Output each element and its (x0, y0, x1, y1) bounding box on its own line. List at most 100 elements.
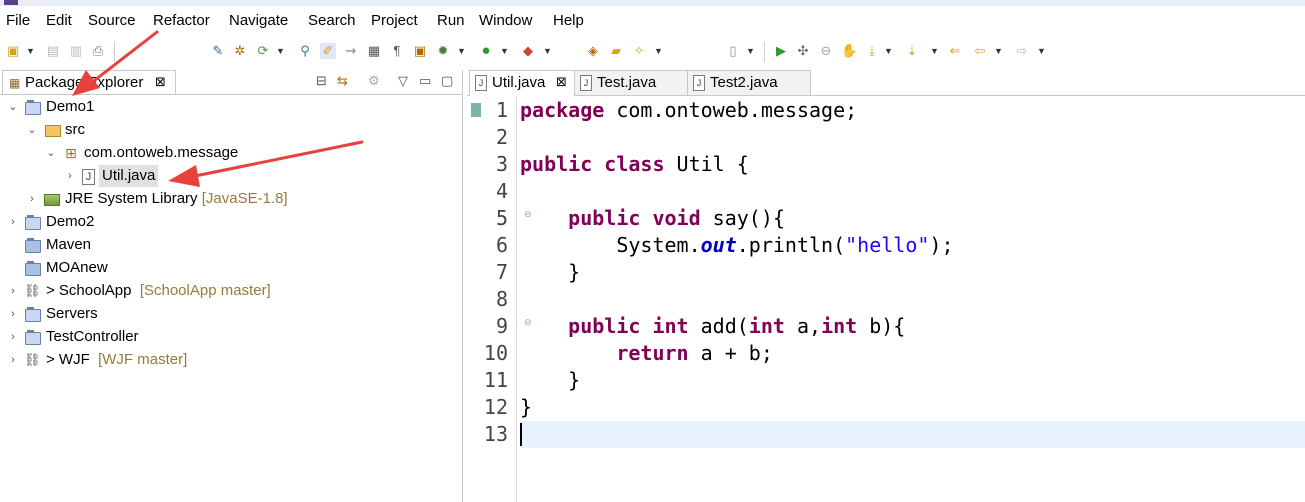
last-edit-location-icon[interactable]: ⇐ (947, 43, 963, 59)
line-number: 6 (495, 233, 508, 257)
step-dropdown-icon[interactable]: ▼ (884, 43, 893, 59)
chevron-right-icon[interactable]: › (27, 188, 37, 210)
show-whitespace-icon[interactable]: ¶ (389, 43, 405, 59)
open-type-icon[interactable]: ✲ (232, 43, 248, 59)
next-annotation-dropdown-icon[interactable]: ▼ (930, 43, 939, 59)
filters-icon[interactable]: ⚙ (368, 73, 380, 89)
menu-file[interactable]: File (6, 12, 30, 29)
tree-item-src[interactable]: ⌄ src (0, 119, 460, 141)
line-number: 4 (495, 179, 508, 203)
bookmark-icon[interactable]: ▣ (412, 43, 428, 59)
menu-edit[interactable]: Edit (46, 12, 72, 29)
java-file-icon: J (82, 169, 95, 185)
chevron-right-icon[interactable]: › (8, 211, 18, 233)
back-icon[interactable]: ⇦ (972, 43, 988, 59)
mark-occurrences-icon[interactable]: ✐ (320, 43, 336, 59)
save-icon[interactable]: ▤ (45, 43, 61, 59)
debug-icon[interactable]: ✹ (435, 43, 451, 59)
java-file-icon: J (580, 75, 592, 91)
tree-item-testcontroller[interactable]: › TestController (0, 326, 460, 348)
link-with-editor-icon[interactable]: ⇆ (337, 73, 348, 89)
step-filters-icon[interactable]: ✣ (795, 43, 811, 59)
view-menu-icon[interactable]: ▽ (398, 73, 408, 89)
chevron-right-icon[interactable]: › (8, 326, 18, 348)
current-code-line (520, 421, 1305, 448)
menu-search[interactable]: Search (308, 12, 356, 29)
chevron-right-icon[interactable]: › (8, 349, 18, 371)
resume-icon[interactable]: ▶ (773, 43, 789, 59)
terminate-icon[interactable]: ⊖ (818, 43, 834, 59)
menu-refactor[interactable]: Refactor (153, 12, 210, 29)
chevron-right-icon[interactable]: › (8, 303, 18, 325)
minimize-icon[interactable]: ▭ (419, 73, 431, 89)
new-dropdown-icon[interactable]: ▼ (26, 43, 35, 59)
git-project-icon: ⛓ (24, 352, 41, 367)
word-wrap-icon[interactable]: ⇝ (343, 43, 359, 59)
menu-navigate[interactable]: Navigate (229, 12, 288, 29)
open-folder-icon[interactable]: ▰ (608, 43, 624, 59)
close-icon[interactable]: ⊠ (155, 74, 166, 90)
run-icon[interactable]: ● (478, 43, 494, 59)
wand-dropdown-icon[interactable]: ▼ (654, 43, 663, 59)
tab-test-java[interactable]: J Test.java (574, 70, 688, 95)
project-icon (25, 215, 41, 230)
tree-item-maven[interactable]: Maven (0, 234, 460, 256)
menu-help[interactable]: Help (553, 12, 584, 29)
tree-item-moanew[interactable]: MOAnew (0, 257, 460, 279)
run-dropdown-icon[interactable]: ▼ (500, 43, 509, 59)
collapse-all-icon[interactable]: ⊟ (316, 73, 327, 89)
wand-icon[interactable]: ✧ (631, 43, 647, 59)
new-icon[interactable]: ▣ (5, 43, 21, 59)
menu-project[interactable]: Project (371, 12, 418, 29)
save-all-icon[interactable]: ▥ (68, 43, 84, 59)
step-into-icon[interactable]: ⤓ (864, 43, 880, 59)
window-title-strip (0, 0, 1305, 6)
back-dropdown-icon[interactable]: ▼ (994, 43, 1003, 59)
menu-source[interactable]: Source (88, 12, 136, 29)
toggle-breadcrumb-icon[interactable]: ✎ (210, 43, 226, 59)
menu-bar: File Edit Source Refactor Navigate Searc… (0, 8, 1305, 34)
external-tools-dropdown-icon[interactable]: ▼ (543, 43, 552, 59)
tab-util-java[interactable]: J Util.java ⊠ (469, 70, 575, 96)
menu-run[interactable]: Run (437, 12, 465, 29)
folder-icon (25, 238, 41, 253)
refresh-dropdown-icon[interactable]: ▼ (276, 43, 285, 59)
new-java-project-icon[interactable]: ◈ (585, 43, 601, 59)
git-project-icon: ⛓ (24, 283, 41, 298)
perspective-dropdown-icon[interactable]: ▼ (746, 43, 755, 59)
tree-item-demo1[interactable]: ⌄ Demo1 (0, 96, 460, 118)
suspend-icon[interactable]: ✋ (841, 43, 857, 59)
next-annotation-icon[interactable]: ⇣ (904, 43, 920, 59)
debug-dropdown-icon[interactable]: ▼ (457, 43, 466, 59)
tree-item-package[interactable]: ⌄ ⊞ com.ontoweb.message (0, 142, 460, 164)
tree-item-jre-library[interactable]: › JRE System Library [JavaSE-1.8] (0, 188, 460, 210)
forward-icon[interactable]: ⇨ (1014, 43, 1030, 59)
search-icon[interactable]: ⚲ (297, 43, 313, 59)
perspective-icon[interactable]: ▯ (725, 43, 741, 59)
forward-dropdown-icon[interactable]: ▼ (1037, 43, 1046, 59)
block-selection-icon[interactable]: ▦ (366, 43, 382, 59)
maximize-icon[interactable]: ▢ (441, 73, 453, 89)
chevron-down-icon[interactable]: ⌄ (46, 142, 56, 164)
code-line: } (520, 368, 581, 392)
close-icon[interactable]: ⊠ (556, 74, 567, 90)
chevron-down-icon[interactable]: ⌄ (8, 96, 18, 118)
tree-item-demo2[interactable]: › Demo2 (0, 211, 460, 233)
chevron-right-icon[interactable]: › (8, 280, 18, 302)
tree-item-util-java[interactable]: › J Util.java (0, 165, 460, 187)
tab-test2-java[interactable]: J Test2.java (687, 70, 811, 95)
tree-item-wjf[interactable]: › ⛓ > WJF [WJF master] (0, 349, 460, 371)
tree-item-schoolapp[interactable]: › ⛓ > SchoolApp [SchoolApp master] (0, 280, 460, 302)
chevron-down-icon[interactable]: ⌄ (27, 119, 37, 141)
tree-item-servers[interactable]: › Servers (0, 303, 460, 325)
package-explorer-tab[interactable]: ▦ Package Explorer ⊠ (2, 70, 176, 95)
chevron-right-icon[interactable]: › (65, 165, 75, 187)
editor-tab-bar: J Util.java ⊠ J Test.java J Test2.java (467, 70, 1305, 96)
refresh-icon[interactable]: ⟳ (255, 43, 271, 59)
print-icon[interactable]: ⎙ (90, 43, 106, 59)
external-tools-icon[interactable]: ◆ (520, 43, 536, 59)
code-line: public int add(int a,int b){ (568, 314, 906, 338)
menu-window[interactable]: Window (479, 12, 532, 29)
main-toolbar: ▣ ▼ ▤ ▥ ⎙ ✎ ✲ ⟳ ▼ ⚲ ✐ ⇝ ▦ ¶ ▣ ✹ ▼ ● ▼ ◆ … (0, 38, 1305, 66)
